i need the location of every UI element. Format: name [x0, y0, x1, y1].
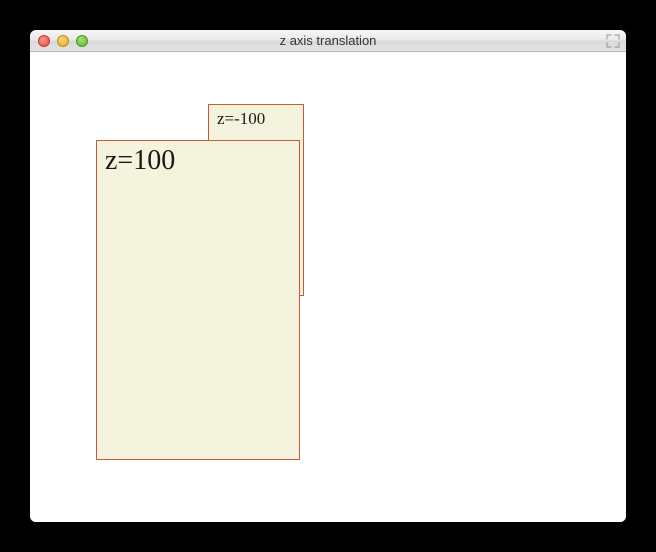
close-icon[interactable]: [38, 35, 50, 47]
titlebar[interactable]: z axis translation: [30, 30, 626, 52]
fullscreen-icon[interactable]: [606, 34, 620, 48]
window-content: z=-100 z=100: [30, 52, 626, 522]
z-plus-100-label: z=100: [105, 145, 175, 176]
minimize-icon[interactable]: [57, 35, 69, 47]
z-minus-100-label: z=-100: [217, 109, 265, 128]
z-plus-100-box: z=100: [96, 140, 300, 460]
window-controls: [38, 35, 88, 47]
app-window: z axis translation z=-100 z=100: [30, 30, 626, 522]
zoom-icon[interactable]: [76, 35, 88, 47]
window-title: z axis translation: [30, 33, 626, 48]
